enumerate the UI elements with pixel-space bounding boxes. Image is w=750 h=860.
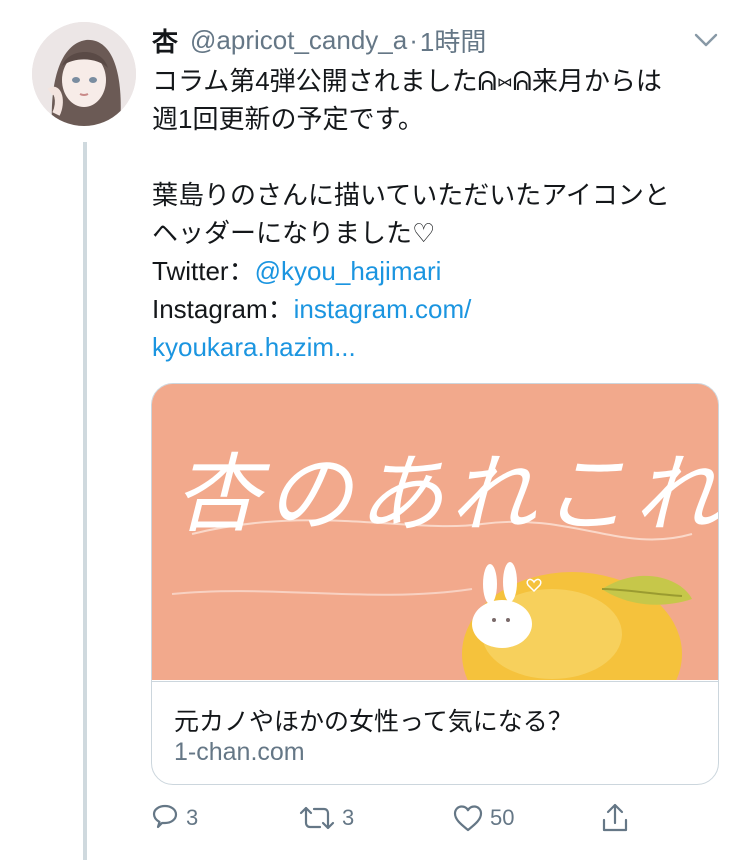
instagram-link[interactable]: instagram.com/: [294, 294, 472, 324]
user-handle[interactable]: @apricot_candy_a: [190, 25, 407, 56]
twitter-line: Twitter：@kyou_hajimari: [152, 252, 732, 290]
heart-icon: [453, 805, 483, 832]
retweet-count: 3: [342, 805, 355, 830]
retweet-button[interactable]: 3: [298, 798, 354, 838]
tweet-line: 週1回更新の予定です。: [152, 104, 424, 134]
action-bar: 3 3 50: [150, 798, 650, 838]
tweet-text: コラム第4弾公開されましたᕱ⑅ᕱ来月からは 週1回更新の予定です。 葉島りのさん…: [152, 62, 732, 366]
card-text[interactable]: 元カノやほかの女性って気になる？ 1-chan.com: [152, 681, 718, 784]
separator-dot: ·: [409, 24, 418, 55]
tweet-line: ヘッダーになりました♡: [152, 218, 436, 248]
reply-button[interactable]: 3: [150, 798, 198, 838]
like-button[interactable]: 50: [452, 798, 514, 838]
tweet-line: コラム第4弾公開されましたᕱ⑅ᕱ来月からは: [152, 66, 662, 96]
reply-icon: [152, 804, 178, 829]
thread-line: [83, 142, 87, 860]
tweet-line: 葉島りのさんに描いていただいたアイコンと: [152, 180, 670, 210]
twitter-label: Twitter：: [152, 256, 255, 286]
instagram-link-continued: kyoukara.hazim...: [152, 328, 732, 366]
card-image-text: 杏のあれこれ: [174, 445, 718, 545]
display-name[interactable]: 杏: [152, 22, 178, 59]
instagram-label: Instagram：: [152, 294, 294, 324]
tweet-header: 杏 @apricot_candy_a · 1時間: [152, 18, 730, 62]
card-image[interactable]: 杏のあれこれ: [152, 384, 718, 736]
avatar-illustration: [32, 22, 136, 126]
link-card[interactable]: 杏のあれこれ 元カノやほかの女性って気になる？ 1-chan.com: [151, 383, 719, 785]
card-domain: 1-chan.com: [174, 738, 305, 766]
instagram-line: Instagram：instagram.com/: [152, 290, 732, 328]
twitter-link[interactable]: @kyou_hajimari: [255, 256, 442, 286]
share-icon: [602, 803, 628, 832]
like-count: 50: [490, 805, 515, 830]
reply-count: 3: [186, 805, 199, 830]
chevron-down-icon[interactable]: [692, 30, 720, 50]
share-button[interactable]: [600, 798, 630, 838]
instagram-link-cont[interactable]: kyoukara.hazim...: [152, 332, 356, 362]
avatar[interactable]: [32, 22, 136, 126]
card-illustration: 杏のあれこれ: [152, 384, 718, 736]
retweet-icon: [299, 806, 335, 830]
card-title[interactable]: 元カノやほかの女性って気になる？: [174, 702, 573, 738]
timestamp[interactable]: 1時間: [420, 22, 486, 59]
